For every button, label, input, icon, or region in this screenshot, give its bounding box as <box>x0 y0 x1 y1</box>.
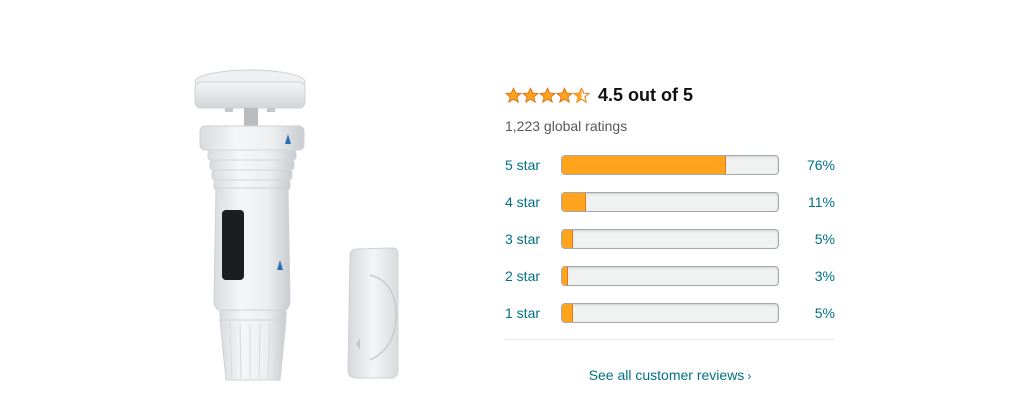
histogram-bar-track[interactable] <box>561 191 779 212</box>
average-rating-text: 4.5 out of 5 <box>598 84 694 105</box>
histogram-row-2-star[interactable]: 2 star 3% <box>505 257 835 294</box>
histogram-label[interactable]: 4 star <box>505 194 561 210</box>
histogram-percent[interactable]: 5% <box>779 231 835 247</box>
histogram-bar-track[interactable] <box>561 265 779 286</box>
histogram-label[interactable]: 1 star <box>505 305 561 321</box>
customer-ratings-panel: 4.5 out of 5 1,223 global ratings 5 star… <box>505 80 835 383</box>
star-rating <box>505 86 590 104</box>
chevron-right-icon: › <box>747 369 752 383</box>
star-full-icon <box>556 86 573 103</box>
histogram-row-5-star[interactable]: 5 star 76% <box>505 146 835 183</box>
histogram-label[interactable]: 3 star <box>505 231 561 247</box>
histogram-bar-track[interactable] <box>561 302 779 323</box>
histogram-bar-track[interactable] <box>561 154 779 175</box>
histogram-row-3-star[interactable]: 3 star 5% <box>505 220 835 257</box>
histogram-bar-fill <box>562 229 573 248</box>
see-all-reviews-link[interactable]: See all customer reviews › <box>505 367 835 383</box>
histogram-bar-fill <box>562 192 586 211</box>
histogram-percent[interactable]: 11% <box>779 194 835 210</box>
repeater-icon <box>347 247 399 379</box>
rating-histogram: 5 star 76% 4 star 11% 3 star 5% 2 star 3… <box>505 146 835 331</box>
see-all-reviews-label[interactable]: See all customer reviews <box>589 367 745 383</box>
star-half-icon <box>573 86 590 103</box>
histogram-bar-track[interactable] <box>561 228 779 249</box>
divider <box>505 339 835 340</box>
histogram-bar-fill <box>562 303 573 322</box>
rating-summary: 4.5 out of 5 <box>505 80 835 110</box>
histogram-percent[interactable]: 3% <box>779 268 835 284</box>
product-image <box>170 60 440 390</box>
histogram-row-4-star[interactable]: 4 star 11% <box>505 183 835 220</box>
histogram-percent[interactable]: 76% <box>779 157 835 173</box>
histogram-label[interactable]: 2 star <box>505 268 561 284</box>
global-ratings-count: 1,223 global ratings <box>505 118 628 134</box>
star-full-icon <box>505 86 522 103</box>
star-full-icon <box>539 86 556 103</box>
histogram-bar-fill <box>562 155 727 174</box>
histogram-bar-fill <box>562 266 569 285</box>
weather-sensor-icon <box>194 69 399 381</box>
star-full-icon <box>522 86 539 103</box>
histogram-row-1-star[interactable]: 1 star 5% <box>505 294 835 331</box>
histogram-percent[interactable]: 5% <box>779 305 835 321</box>
histogram-label[interactable]: 5 star <box>505 157 561 173</box>
